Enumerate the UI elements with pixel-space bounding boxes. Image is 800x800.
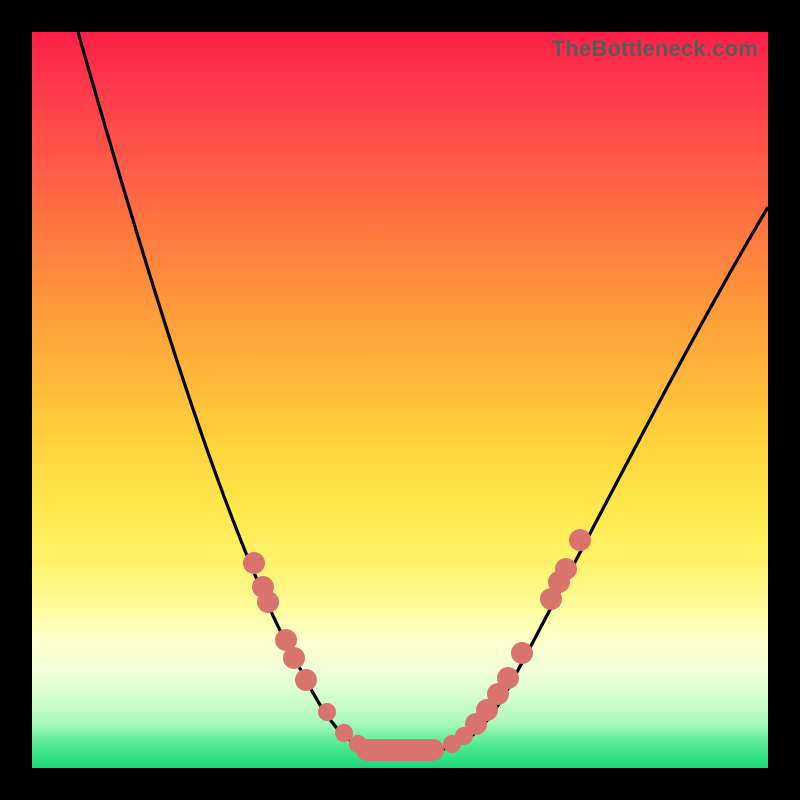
data-point: [497, 667, 519, 689]
bottleneck-plot: TheBottleneck.com: [32, 32, 768, 768]
data-point: [569, 529, 591, 551]
data-point: [243, 552, 265, 574]
data-point: [555, 558, 577, 580]
bottleneck-curve: [32, 32, 768, 768]
data-point: [283, 647, 305, 669]
data-point: [295, 669, 317, 691]
data-point: [257, 591, 279, 613]
minimum-plateau: [356, 739, 444, 761]
data-point: [511, 642, 533, 664]
data-point: [318, 703, 336, 721]
